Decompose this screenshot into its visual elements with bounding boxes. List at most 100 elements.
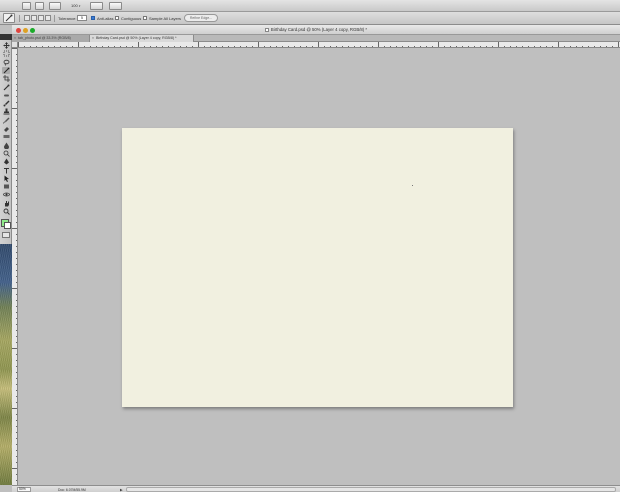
zoom-level-menu[interactable]: 100 ▾ [71, 3, 80, 9]
background-color-swatch[interactable] [4, 222, 11, 229]
quick-mask-button[interactable] [2, 232, 10, 238]
eyedropper-tool-icon [3, 84, 9, 90]
ruler-tick [588, 46, 589, 47]
ruler-tick [156, 46, 157, 47]
type-tool-button[interactable] [2, 167, 10, 174]
ruler-tick [16, 114, 17, 115]
ruler-tick [498, 42, 499, 47]
eyedropper-tool-button[interactable] [2, 84, 10, 91]
contiguous-checkbox[interactable] [115, 16, 119, 20]
tools-panel-header[interactable] [0, 34, 12, 40]
contiguous-label: Contiguous [121, 16, 142, 21]
ruler-tick [546, 46, 547, 47]
ruler-tick [516, 46, 517, 47]
move-tool-button[interactable] [2, 42, 10, 49]
ruler-tick [16, 120, 17, 121]
ruler-tick [16, 432, 17, 433]
ruler-tick [522, 46, 523, 47]
tool-preset-picker[interactable] [3, 13, 15, 23]
arrange-icon[interactable] [49, 2, 61, 10]
status-menu-arrow-icon[interactable]: ▶ [120, 488, 123, 492]
subtract-selection-icon[interactable] [38, 15, 44, 21]
crop-tool-button[interactable] [2, 75, 10, 83]
ruler-tick [16, 300, 17, 301]
screen-mode-icon[interactable] [90, 2, 103, 10]
magic-wand-tool-button[interactable] [2, 66, 10, 74]
gradient-tool-button[interactable] [2, 133, 10, 140]
ruler-tick [582, 46, 583, 47]
extras-icon[interactable] [109, 2, 122, 10]
marquee-tool-button[interactable] [2, 50, 10, 57]
ruler-tick [16, 324, 17, 325]
ruler-tick [96, 46, 97, 47]
ruler-tick [12, 48, 17, 49]
ruler-tick [16, 222, 17, 223]
ruler-tick [16, 312, 17, 313]
anti-alias-checkbox[interactable] [91, 16, 95, 20]
canvas-speck [412, 185, 413, 186]
shape-tool-button[interactable] [2, 183, 10, 190]
ruler-tick [16, 150, 17, 151]
ruler-tick [360, 46, 361, 47]
add-selection-icon[interactable] [31, 15, 37, 21]
3d-rotate-tool-button[interactable] [2, 191, 10, 198]
ruler-tick [16, 246, 17, 247]
ruler-tick [144, 46, 145, 47]
bridge-icon[interactable] [22, 2, 31, 10]
new-selection-icon[interactable] [24, 15, 30, 21]
shape-tool-icon [3, 184, 9, 189]
path-selection-tool-button[interactable] [2, 175, 10, 182]
eraser-tool-button[interactable] [2, 125, 10, 132]
ruler-tick [18, 42, 19, 47]
dodge-tool-icon [3, 150, 10, 157]
clone-stamp-tool-button[interactable] [2, 108, 10, 115]
ruler-tick [438, 42, 439, 47]
ruler-tick [492, 46, 493, 47]
ruler-tick [456, 46, 457, 47]
ruler-tick [486, 46, 487, 47]
ruler-tick [60, 46, 61, 47]
ruler-tick [16, 306, 17, 307]
ruler-tick [150, 46, 151, 47]
ruler-tick [16, 186, 17, 187]
ruler-tick [16, 330, 17, 331]
ruler-tick [342, 46, 343, 47]
ruler-tick [534, 46, 535, 47]
vertical-ruler[interactable] [12, 48, 18, 485]
3d-rotate-tool-icon [2, 192, 10, 197]
ruler-tick [66, 46, 67, 47]
intersect-selection-icon[interactable] [45, 15, 51, 21]
ruler-tick [540, 46, 541, 47]
ruler-tick [192, 46, 193, 47]
magic-wand-tool-icon [3, 67, 9, 74]
close-tab-icon[interactable]: × [92, 35, 94, 42]
pen-tool-button[interactable] [2, 158, 10, 165]
tolerance-input[interactable]: 5 [77, 15, 87, 21]
zoom-field[interactable]: 50% [17, 487, 31, 492]
dodge-tool-button[interactable] [2, 150, 10, 157]
minibridge-icon[interactable] [35, 2, 44, 10]
brush-tool-button[interactable] [2, 100, 10, 107]
blur-tool-button[interactable] [2, 142, 10, 149]
ruler-tick [432, 46, 433, 47]
refine-edge-button[interactable]: Refine Edge... [184, 14, 218, 22]
ruler-tick [264, 46, 265, 47]
ruler-tick [408, 46, 409, 47]
ruler-tick [180, 46, 181, 47]
sample-all-layers-checkbox[interactable] [143, 16, 147, 20]
tab-photo[interactable]: × tab_photo.psd @ 33.3% (RGB/8) [12, 35, 90, 42]
tab-birthday-card[interactable]: × Birthday Card.psd @ 50% (Layer 4 copy,… [90, 35, 194, 42]
horizontal-scrollbar[interactable] [126, 487, 616, 492]
close-tab-icon[interactable]: × [14, 35, 16, 42]
horizontal-ruler[interactable] [18, 42, 620, 48]
healing-brush-tool-button[interactable] [2, 92, 10, 99]
zoom-tool-button[interactable] [2, 208, 10, 215]
history-brush-tool-button[interactable] [2, 117, 10, 124]
hand-tool-button[interactable] [2, 200, 10, 207]
document-canvas[interactable] [122, 128, 513, 407]
ruler-tick [420, 46, 421, 47]
ruler-tick [336, 46, 337, 47]
lasso-tool-button[interactable] [2, 59, 10, 66]
ruler-tick [504, 46, 505, 47]
ruler-tick [378, 42, 379, 47]
